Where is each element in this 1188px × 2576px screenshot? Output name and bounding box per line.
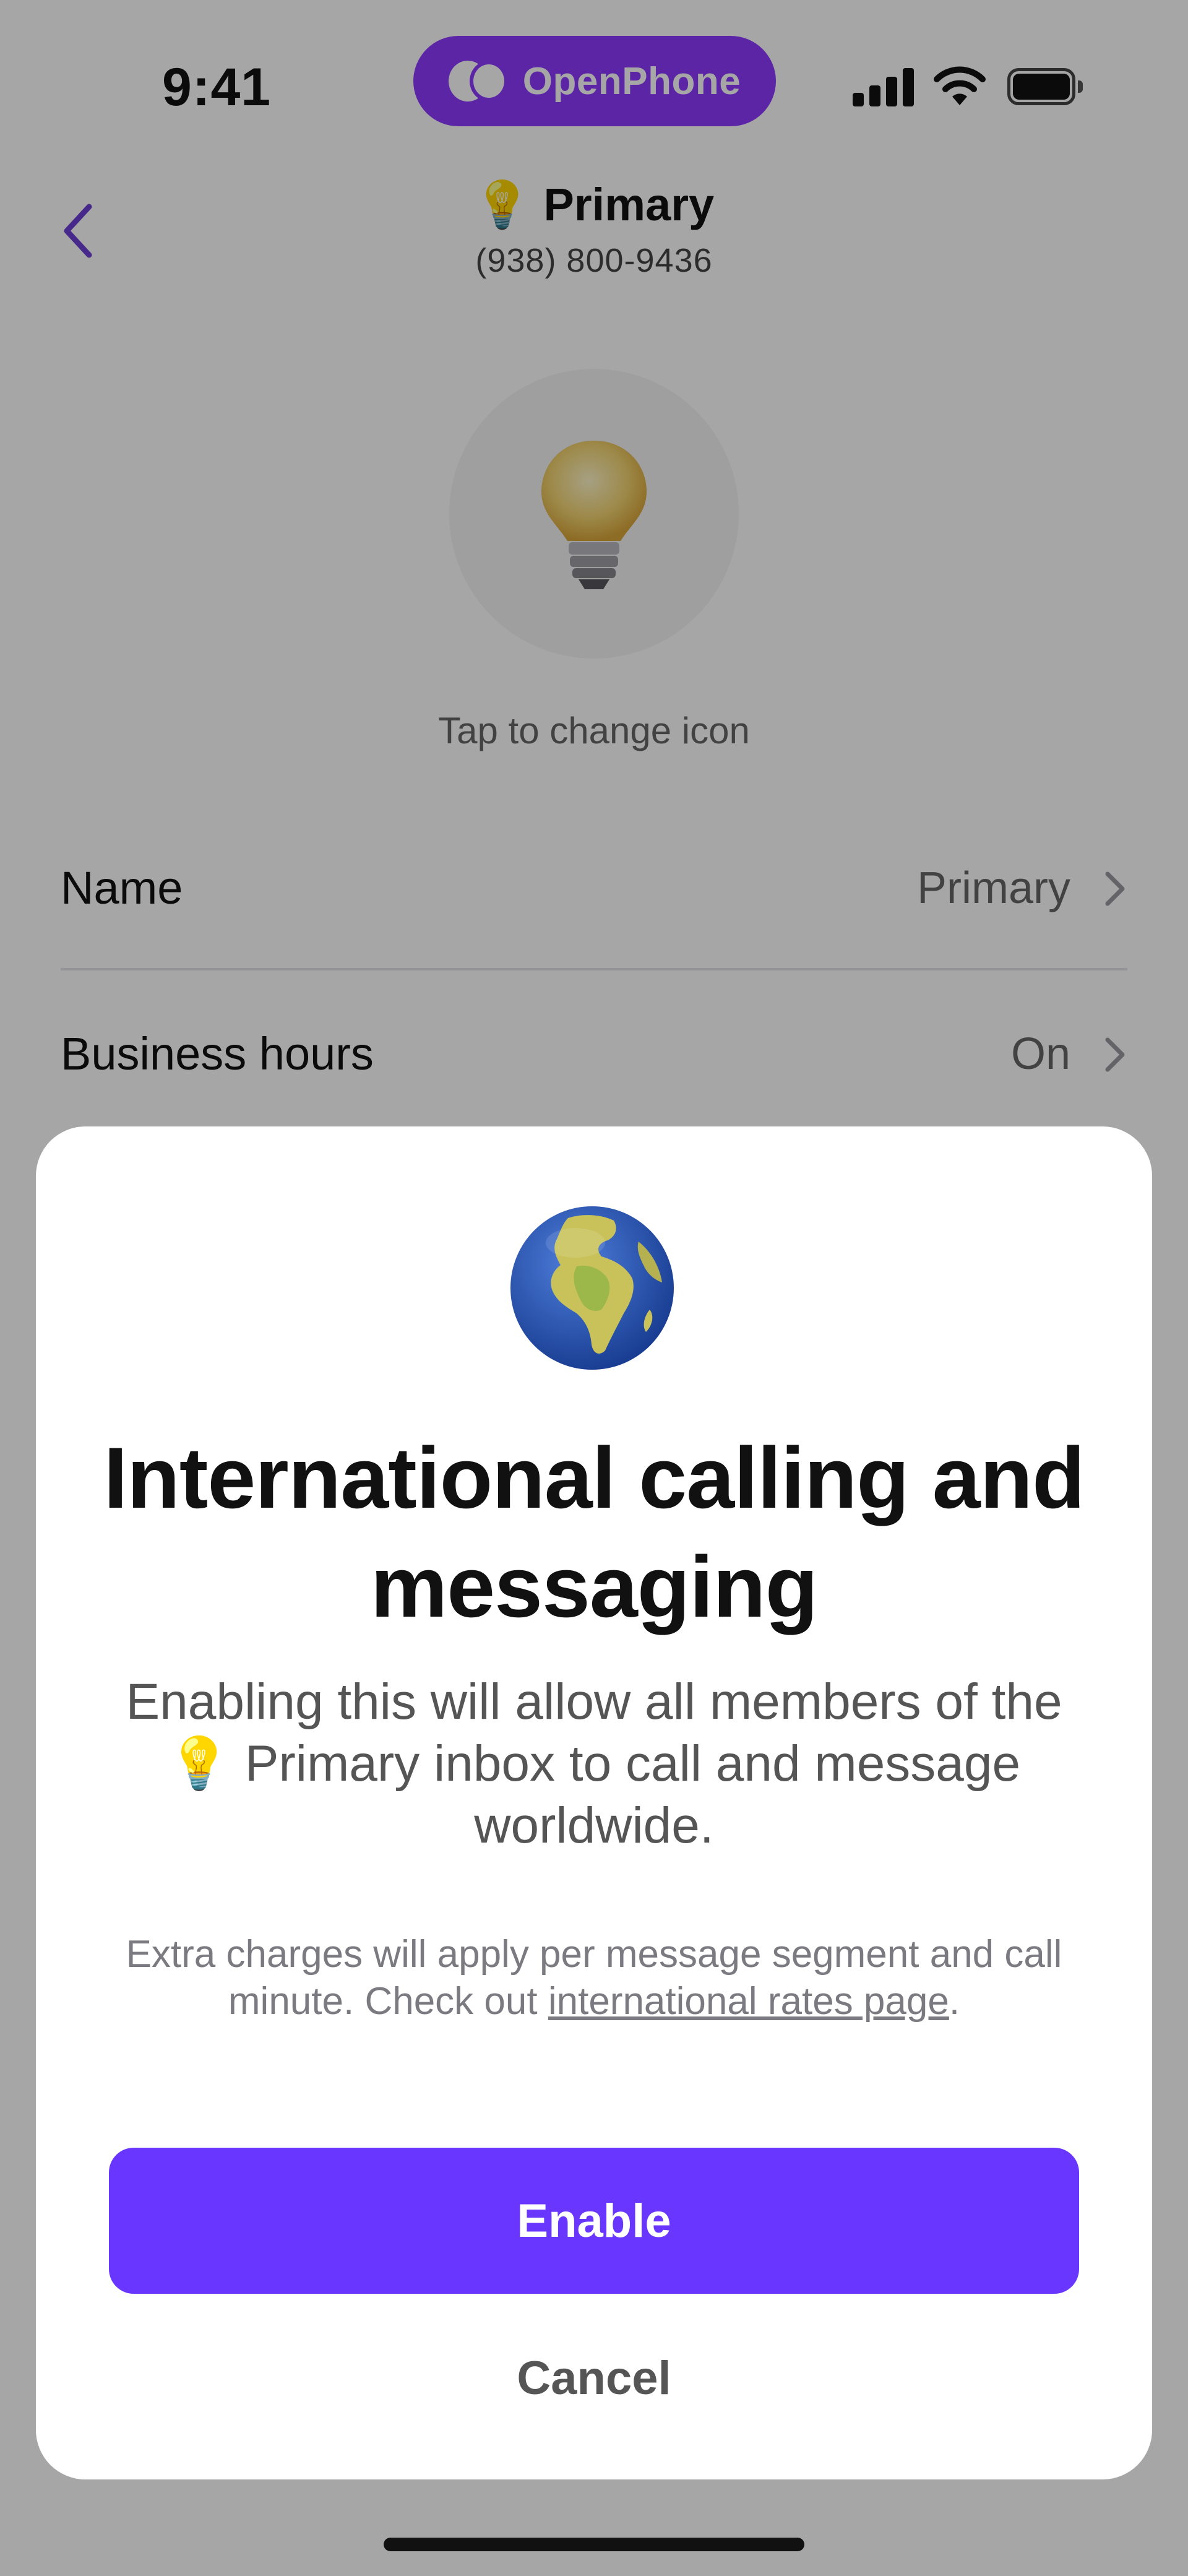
international-rates-link[interactable]: international rates page: [548, 1980, 949, 2023]
charges-note: Extra charges will apply per message seg…: [123, 1931, 1065, 2025]
enable-button[interactable]: Enable: [109, 2148, 1079, 2294]
home-indicator[interactable]: [384, 2538, 804, 2551]
modal-description: Enabling this will allow all members of …: [110, 1671, 1078, 1857]
cancel-button[interactable]: Cancel: [109, 2316, 1079, 2440]
modal-description-start: Enabling this will allow all members of …: [126, 1674, 1062, 1730]
lightbulb-icon: 💡: [167, 1734, 231, 1793]
international-calling-modal: International calling and messaging Enab…: [36, 1126, 1152, 2479]
modal-description-end: Primary inbox to call and message worldw…: [244, 1735, 1021, 1854]
globe-icon: [510, 1206, 674, 1370]
modal-title: International calling and messaging: [103, 1429, 1085, 1635]
charges-note-period: .: [949, 1980, 960, 2023]
